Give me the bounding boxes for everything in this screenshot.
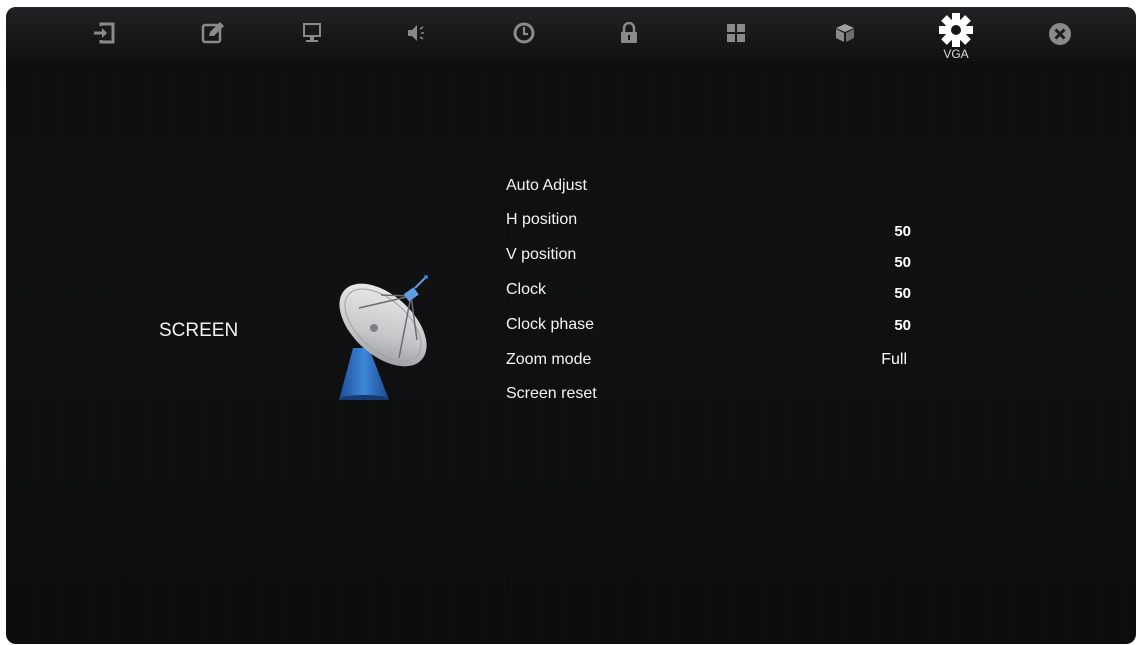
monitor-icon: [303, 23, 321, 42]
tab-apps[interactable]: [706, 7, 766, 62]
tab-edit[interactable]: [183, 7, 243, 62]
cube-icon: [836, 24, 854, 42]
grid-icon: [727, 24, 745, 42]
edit-icon: [201, 22, 224, 44]
input-source-icon: [94, 22, 115, 44]
osd-window: VGA SCREEN Auto Adjust H position 50 V p…: [6, 7, 1136, 644]
zoom-mode-value[interactable]: Full: [847, 351, 907, 369]
menu-item-h-position[interactable]: H position: [506, 211, 577, 229]
section-title: SCREEN: [159, 320, 239, 341]
tab-3d[interactable]: [815, 7, 875, 62]
tab-audio[interactable]: [387, 7, 447, 62]
close-icon: [1049, 23, 1071, 45]
clock-value: 50: [894, 285, 911, 302]
h-position-value: 50: [894, 223, 911, 240]
tab-input-source[interactable]: [74, 7, 134, 62]
tab-vga[interactable]: VGA: [926, 7, 986, 62]
clock-icon: [513, 22, 535, 44]
top-menu-bar: VGA: [6, 7, 1136, 62]
menu-item-clock[interactable]: Clock: [506, 281, 546, 299]
menu-item-clock-phase[interactable]: Clock phase: [506, 316, 594, 334]
speaker-icon: [408, 25, 424, 41]
gear-icon: [939, 13, 973, 47]
tab-vga-label: VGA: [943, 47, 969, 61]
tab-time[interactable]: [494, 7, 554, 62]
tab-lock[interactable]: [599, 7, 659, 62]
tab-exit[interactable]: [1030, 7, 1090, 62]
menu-item-auto-adjust[interactable]: Auto Adjust: [506, 177, 587, 195]
v-position-value: 50: [894, 254, 911, 271]
lock-icon: [621, 22, 637, 43]
menu-item-zoom-mode[interactable]: Zoom mode: [506, 351, 591, 369]
clock-phase-value: 50: [894, 317, 911, 334]
menu-item-v-position[interactable]: V position: [506, 246, 576, 264]
tab-monitor[interactable]: [282, 7, 342, 62]
menu-item-screen-reset[interactable]: Screen reset: [506, 385, 597, 403]
satellite-dish-icon: [339, 275, 428, 400]
